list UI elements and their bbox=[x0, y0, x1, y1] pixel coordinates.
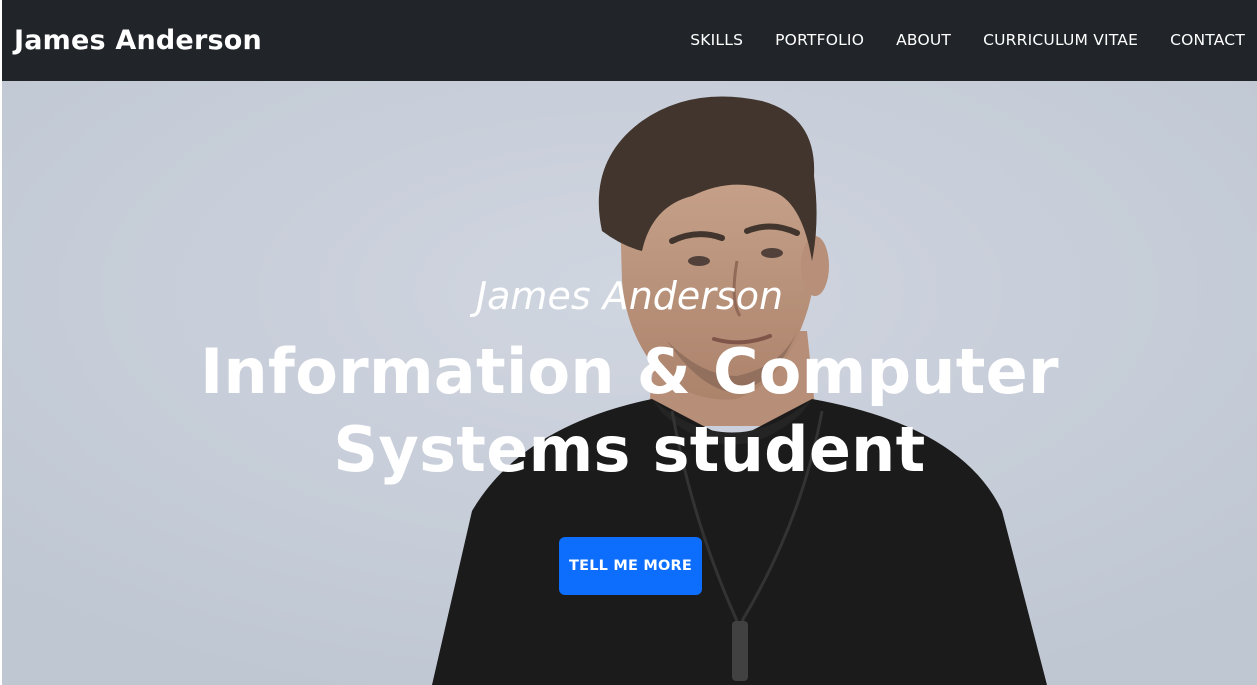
nav-menu: SKILLS PORTFOLIO ABOUT CURRICULUM VITAE … bbox=[658, 31, 1245, 50]
tell-me-more-button[interactable]: TELL ME MORE bbox=[559, 537, 702, 595]
nav-link-curriculum-vitae[interactable]: CURRICULUM VITAE bbox=[983, 31, 1138, 49]
hero-section: James Anderson Information & Computer Sy… bbox=[2, 81, 1257, 685]
nav-link-contact[interactable]: CONTACT bbox=[1170, 31, 1245, 49]
hero-subtitle: James Anderson bbox=[475, 274, 784, 318]
nav-item-contact: CONTACT bbox=[1170, 31, 1245, 50]
nav-item-cv: CURRICULUM VITAE bbox=[983, 31, 1138, 50]
hero-title: Information & Computer Systems student bbox=[200, 335, 1059, 486]
brand-link[interactable]: James Anderson bbox=[14, 25, 262, 56]
nav-link-portfolio[interactable]: PORTFOLIO bbox=[775, 31, 864, 49]
nav-item-skills: SKILLS bbox=[690, 31, 743, 50]
nav-item-portfolio: PORTFOLIO bbox=[775, 31, 864, 50]
nav-link-skills[interactable]: SKILLS bbox=[690, 31, 743, 49]
nav-item-about: ABOUT bbox=[896, 31, 951, 50]
top-navbar: James Anderson SKILLS PORTFOLIO ABOUT CU… bbox=[2, 0, 1257, 81]
nav-link-about[interactable]: ABOUT bbox=[896, 31, 951, 49]
